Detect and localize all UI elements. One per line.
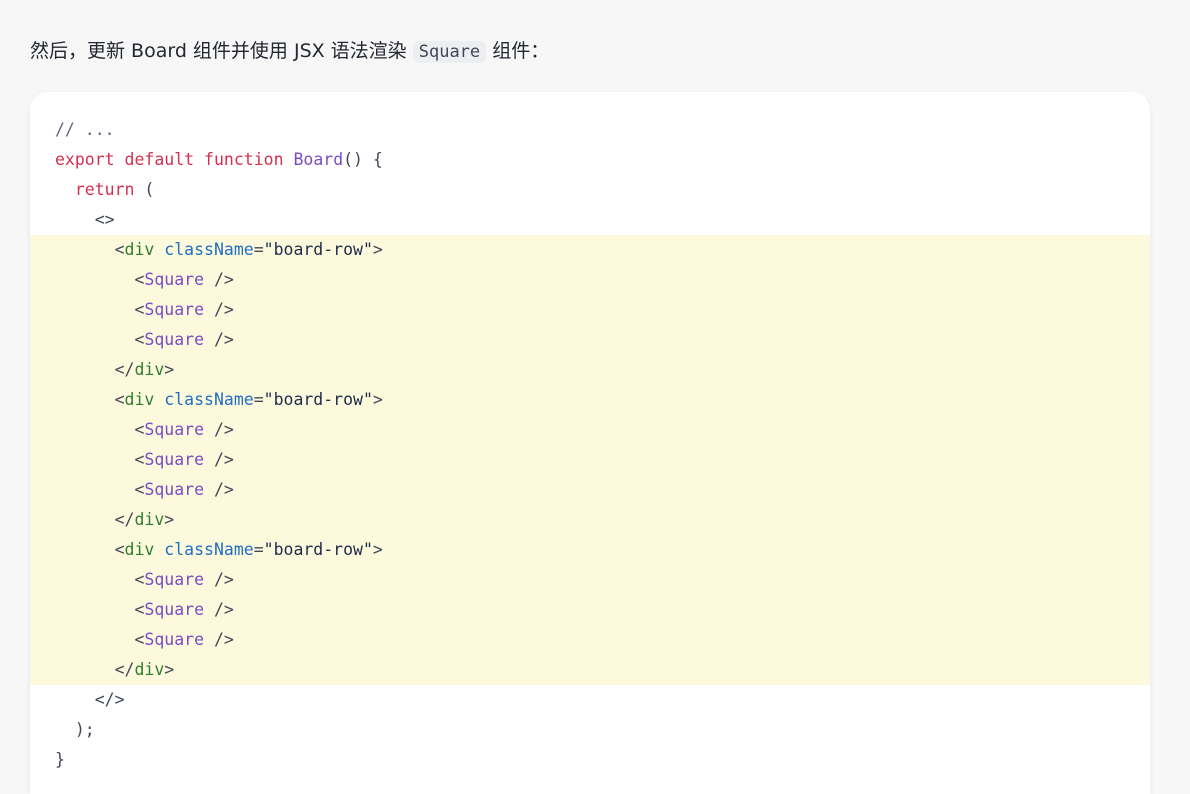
code-line-highlighted: </div> — [30, 505, 1150, 535]
code-line-highlighted: <Square /> — [30, 475, 1150, 505]
code-component: Square — [144, 300, 205, 319]
code-function-name: Board — [293, 150, 344, 169]
code-component: Square — [144, 420, 205, 439]
code-line-highlighted: <Square /> — [30, 415, 1150, 445]
code-tag: div — [134, 360, 165, 379]
code-line-highlighted: <Square /> — [30, 295, 1150, 325]
intro-text-before: 然后，更新 Board 组件并使用 JSX 语法渲染 — [30, 40, 413, 62]
code-line: ); — [30, 715, 1150, 745]
code-line-highlighted: <Square /> — [30, 265, 1150, 295]
intro-text-after: 组件： — [486, 40, 550, 62]
code-line: // ... — [30, 115, 1150, 145]
code-component: Square — [144, 270, 205, 289]
code-tag: div — [134, 660, 165, 679]
code-line-highlighted: <Square /> — [30, 595, 1150, 625]
code-tag: div — [134, 510, 165, 529]
code-punct: () { — [343, 150, 383, 169]
code-keyword: export — [55, 150, 115, 169]
code-line-highlighted: <Square /> — [30, 625, 1150, 655]
code-line: <> — [30, 205, 1150, 235]
code-line-highlighted: <div className="board-row"> — [30, 385, 1150, 415]
code-line-highlighted: <Square /> — [30, 565, 1150, 595]
code-tag: div — [124, 540, 155, 559]
code-line: } — [30, 745, 1150, 775]
code-fragment-open: <> — [55, 210, 115, 229]
code-line: </> — [30, 685, 1150, 715]
code-string: "board-row" — [263, 240, 373, 259]
code-string: "board-row" — [263, 390, 373, 409]
code-component: Square — [144, 480, 205, 499]
code-attribute: className — [164, 240, 254, 259]
code-component: Square — [144, 330, 205, 349]
inline-code-square: Square — [412, 41, 487, 63]
code-punct: ); — [55, 720, 95, 739]
code-line-highlighted: <Square /> — [30, 445, 1150, 475]
code-line-highlighted: </div> — [30, 355, 1150, 385]
code-keyword: function — [204, 150, 284, 169]
intro-paragraph: 然后，更新 Board 组件并使用 JSX 语法渲染 Square 组件： — [30, 35, 549, 67]
code-component: Square — [144, 570, 205, 589]
code-keyword: default — [124, 150, 195, 169]
code-attribute: className — [164, 390, 254, 409]
code-line-highlighted: <div className="board-row"> — [30, 235, 1150, 265]
code-line-highlighted: <Square /> — [30, 325, 1150, 355]
code-punct: ( — [134, 180, 155, 199]
code-component: Square — [144, 630, 205, 649]
code-line-highlighted: <div className="board-row"> — [30, 535, 1150, 565]
code-keyword: return — [74, 180, 135, 199]
code-block: // ... export default function Board() {… — [30, 115, 1150, 775]
code-punct: } — [55, 750, 65, 769]
code-line: return ( — [30, 175, 1150, 205]
code-tag: div — [124, 240, 155, 259]
code-attribute: className — [164, 540, 254, 559]
code-component: Square — [144, 600, 205, 619]
code-line: export default function Board() { — [30, 145, 1150, 175]
code-line-highlighted: </div> — [30, 655, 1150, 685]
code-tag: div — [124, 390, 155, 409]
code-block-card: // ... export default function Board() {… — [30, 92, 1150, 794]
code-component: Square — [144, 450, 205, 469]
code-string: "board-row" — [263, 540, 373, 559]
code-comment: // ... — [55, 120, 115, 139]
code-fragment-close: </> — [55, 690, 125, 709]
